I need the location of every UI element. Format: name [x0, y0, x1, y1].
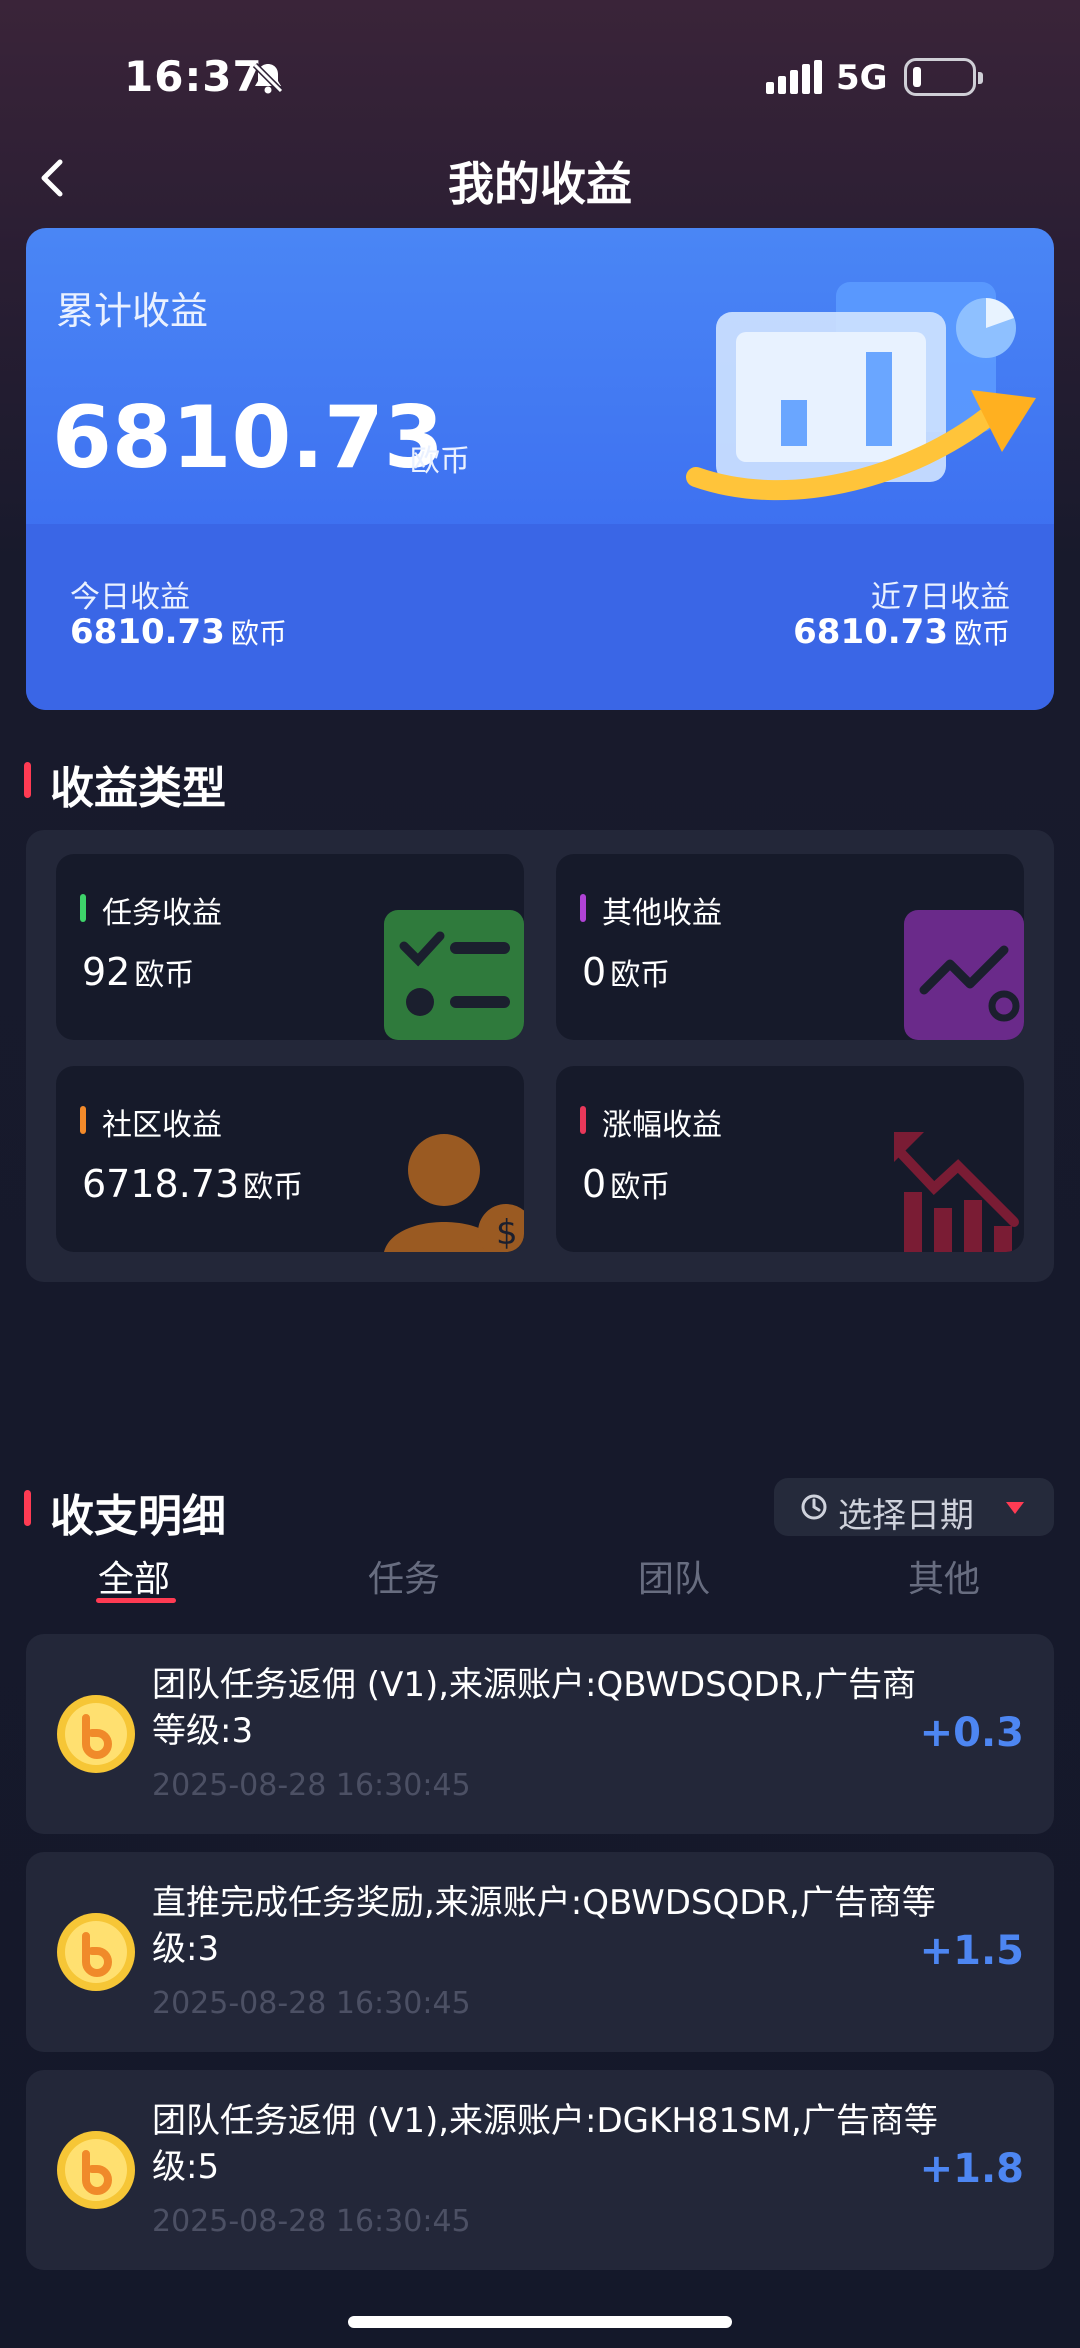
coin-icon — [57, 2131, 135, 2209]
type-accent-bar — [80, 1106, 86, 1134]
total-earnings-unit: 欧币 — [410, 444, 470, 479]
trend-line-icon — [904, 910, 1024, 1040]
status-time: 16:37 — [124, 52, 263, 101]
week-earnings-value: 6810.73 欧币 — [793, 612, 1010, 652]
battery-icon — [904, 58, 983, 96]
income-type-task[interactable]: 任务收益 92 欧币 — [56, 854, 524, 1040]
bar-chart-icon — [894, 1132, 1019, 1252]
transaction-amount: +1.5 — [919, 1928, 1024, 1974]
tab-team[interactable]: 团队 — [614, 1550, 734, 1602]
coin-icon — [57, 1695, 135, 1773]
bell-off-icon — [252, 62, 284, 94]
type-value: 92 欧币 — [82, 950, 195, 994]
type-name: 涨幅收益 — [602, 1108, 722, 1143]
tab-other[interactable]: 其他 — [884, 1550, 1004, 1602]
transaction-amount: +0.3 — [919, 1710, 1024, 1756]
section-marker — [24, 1490, 31, 1526]
income-types-title: 收益类型 — [50, 763, 226, 814]
tab-all[interactable]: 全部 — [74, 1550, 194, 1602]
type-value: 0 欧币 — [582, 1162, 671, 1206]
today-earnings-value: 6810.73 欧币 — [70, 612, 287, 652]
transaction-item[interactable]: 团队任务返佣 (V1),来源账户:QBWDSQDR,广告商等级:3 2025-0… — [26, 1634, 1054, 1834]
transaction-title: 团队任务返佣 (V1),来源账户:QBWDSQDR,广告商等级:3 — [152, 1665, 917, 1751]
clock-icon — [801, 1494, 827, 1520]
transaction-item[interactable]: 团队任务返佣 (V1),来源账户:DGKH81SM,广告商等级:5 2025-0… — [26, 2070, 1054, 2270]
transaction-title: 团队任务返佣 (V1),来源账户:DGKH81SM,广告商等级:5 — [152, 2101, 938, 2187]
type-name: 其他收益 — [602, 896, 722, 931]
status-bar: 16:37 5G — [0, 0, 1080, 150]
growth-chart-illustration — [686, 282, 1036, 501]
section-marker — [24, 762, 31, 798]
total-earnings-value: 6810.73 — [52, 388, 444, 488]
tab-task[interactable]: 任务 — [344, 1550, 464, 1602]
detail-tabs: 全部 任务 团队 其他 — [0, 1544, 1080, 1604]
coin-icon — [57, 1913, 135, 1991]
type-accent-bar — [580, 894, 586, 922]
type-value: 6718.73 欧币 — [82, 1162, 304, 1206]
svg-text:$: $ — [496, 1213, 518, 1252]
type-accent-bar — [580, 1106, 586, 1134]
home-indicator[interactable] — [348, 2316, 732, 2328]
type-value: 0 欧币 — [582, 950, 671, 994]
transaction-time: 2025-08-28 16:30:45 — [152, 2204, 471, 2239]
active-tab-indicator — [96, 1598, 176, 1603]
transaction-time: 2025-08-28 16:30:45 — [152, 1986, 471, 2021]
date-picker-button[interactable]: 选择日期 — [774, 1478, 1054, 1536]
page-title: 我的收益 — [448, 157, 632, 211]
community-user-icon: $ — [384, 1134, 524, 1252]
transaction-title: 直推完成任务奖励,来源账户:QBWDSQDR,广告商等级:3 — [152, 1883, 936, 1969]
total-earnings-label: 累计收益 — [56, 289, 209, 333]
transaction-amount: +1.8 — [919, 2146, 1024, 2192]
type-name: 社区收益 — [102, 1108, 222, 1143]
earnings-summary-card: 累计收益 6810.73 欧币 今日收益 6810.73 欧币 近7日收益 681… — [26, 228, 1054, 710]
type-accent-bar — [80, 894, 86, 922]
date-picker-label: 选择日期 — [838, 1496, 974, 1536]
income-type-community[interactable]: 社区收益 6718.73 欧币 $ — [56, 1066, 524, 1252]
income-type-other[interactable]: 其他收益 0 欧币 — [556, 854, 1024, 1040]
week-earnings-label: 近7日收益 — [870, 580, 1010, 615]
caret-down-icon — [1006, 1502, 1024, 1514]
network-label: 5G — [836, 58, 888, 98]
transaction-item[interactable]: 直推完成任务奖励,来源账户:QBWDSQDR,广告商等级:3 2025-08-2… — [26, 1852, 1054, 2052]
type-name: 任务收益 — [102, 896, 222, 931]
task-list-icon — [384, 910, 524, 1040]
details-title: 收支明细 — [50, 1491, 226, 1542]
transaction-time: 2025-08-28 16:30:45 — [152, 1768, 471, 1803]
income-type-gain[interactable]: 涨幅收益 0 欧币 — [556, 1066, 1024, 1252]
signal-icon — [766, 60, 822, 94]
income-types-panel: 任务收益 92 欧币 其他收益 0 欧币 社区收益 6718.73 欧币 $ 涨… — [26, 830, 1054, 1282]
today-earnings-label: 今日收益 — [70, 580, 190, 615]
